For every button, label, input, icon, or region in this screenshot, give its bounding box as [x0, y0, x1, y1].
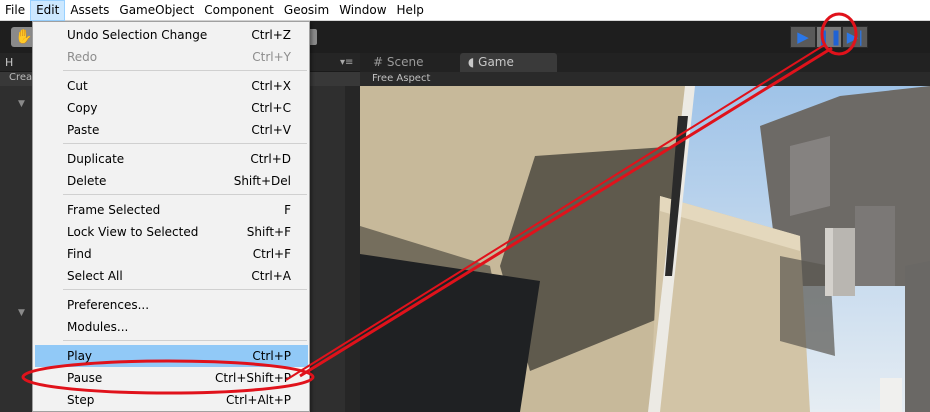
- menu-item-play[interactable]: Play Ctrl+P: [35, 345, 308, 367]
- menu-item-label: Cut: [67, 79, 88, 93]
- menu-geosim[interactable]: Geosim: [279, 0, 334, 21]
- menu-item-shortcut: Shift+Del: [233, 174, 291, 188]
- menu-item-label: Find: [67, 247, 92, 261]
- hierarchy-tab-label: H: [5, 56, 14, 69]
- menu-item-delete[interactable]: Delete Shift+Del: [35, 170, 308, 192]
- menu-item-shortcut: F: [284, 203, 291, 217]
- menu-item-shortcut: Ctrl+Alt+P: [226, 393, 291, 407]
- menu-separator: [63, 70, 307, 71]
- menu-item-cut[interactable]: Cut Ctrl+X: [35, 75, 308, 97]
- create-dropdown[interactable]: Crea: [9, 72, 32, 83]
- tab-game[interactable]: ◖ Game: [460, 53, 557, 72]
- play-controls: ▶ ❚❚ ▶|: [790, 26, 888, 48]
- menu-item-step[interactable]: Step Ctrl+Alt+P: [35, 389, 308, 411]
- menu-item-shortcut: Ctrl+X: [251, 79, 291, 93]
- scrollbar[interactable]: [345, 86, 360, 412]
- menu-file[interactable]: File: [0, 0, 30, 21]
- menu-help[interactable]: Help: [392, 0, 429, 21]
- expand-arrow-icon[interactable]: ▼: [18, 99, 25, 109]
- tab-scene[interactable]: # Scene: [365, 53, 455, 72]
- menu-item-shortcut: Ctrl+F: [252, 247, 291, 261]
- game-icon: ◖: [468, 55, 475, 69]
- menu-item-lock-view[interactable]: Lock View to Selected Shift+F: [35, 221, 308, 243]
- menu-item-shortcut: Ctrl+D: [250, 152, 291, 166]
- menu-item-select-all[interactable]: Select All Ctrl+A: [35, 265, 308, 287]
- menu-item-label: Modules...: [67, 320, 129, 334]
- menu-gameobject[interactable]: GameObject: [114, 0, 199, 21]
- menu-item-duplicate[interactable]: Duplicate Ctrl+D: [35, 148, 308, 170]
- menu-item-copy[interactable]: Copy Ctrl+C: [35, 97, 308, 119]
- menu-item-shortcut: Ctrl+C: [251, 101, 291, 115]
- menu-item-redo[interactable]: Redo Ctrl+Y: [35, 46, 308, 68]
- menu-item-label: Pause: [67, 371, 103, 385]
- expand-arrow-icon[interactable]: ▼: [18, 308, 25, 318]
- menu-item-label: Play: [67, 349, 93, 363]
- aspect-bar: Free Aspect: [360, 72, 930, 86]
- panel-menu-icon[interactable]: ▾≡: [340, 57, 353, 68]
- menu-assets[interactable]: Assets: [65, 0, 114, 21]
- menu-item-label: Paste: [67, 123, 100, 137]
- menu-item-shortcut: Ctrl+Shift+P: [215, 371, 291, 385]
- menu-item-label: Select All: [67, 269, 123, 283]
- menu-item-label: Step: [67, 393, 95, 407]
- menu-item-label: Preferences...: [67, 298, 150, 312]
- menu-window[interactable]: Window: [334, 0, 391, 21]
- menu-separator: [63, 143, 307, 144]
- menu-item-shortcut: Ctrl+Y: [252, 50, 291, 64]
- edit-menu-dropdown: Undo Selection Change Ctrl+Z Redo Ctrl+Y…: [32, 21, 310, 412]
- menu-item-label: Delete: [67, 174, 107, 188]
- menu-item-shortcut: Ctrl+P: [252, 349, 291, 363]
- pause-icon[interactable]: ❚❚: [816, 26, 842, 48]
- scene-grid-icon: #: [373, 55, 384, 69]
- menu-item-shortcut: Ctrl+A: [251, 269, 291, 283]
- game-viewport[interactable]: [360, 86, 930, 412]
- view-tabs: # Scene ◖ Game: [360, 53, 930, 72]
- menu-separator: [63, 340, 307, 341]
- menu-item-preferences[interactable]: Preferences...: [35, 294, 308, 316]
- menu-component[interactable]: Component: [199, 0, 279, 21]
- menu-item-label: Copy: [67, 101, 98, 115]
- menu-item-modules[interactable]: Modules...: [35, 316, 308, 338]
- game-render: [360, 86, 930, 412]
- menu-item-undo[interactable]: Undo Selection Change Ctrl+Z: [35, 24, 308, 46]
- play-icon[interactable]: ▶: [790, 26, 816, 48]
- menu-item-shortcut: Ctrl+Z: [251, 28, 291, 42]
- menu-bar: File Edit Assets GameObject Component Ge…: [0, 0, 930, 21]
- menu-item-pause[interactable]: Pause Ctrl+Shift+P: [35, 367, 308, 389]
- tab-game-label: Game: [478, 55, 514, 69]
- menu-item-label: Undo Selection Change: [67, 28, 208, 42]
- step-icon[interactable]: ▶|: [842, 26, 868, 48]
- menu-edit[interactable]: Edit: [30, 0, 66, 21]
- menu-item-label: Redo: [67, 50, 98, 64]
- menu-item-find[interactable]: Find Ctrl+F: [35, 243, 308, 265]
- menu-item-label: Duplicate: [67, 152, 125, 166]
- tab-scene-label: Scene: [386, 55, 424, 69]
- menu-item-paste[interactable]: Paste Ctrl+V: [35, 119, 308, 141]
- menu-item-frame-selected[interactable]: Frame Selected F: [35, 199, 308, 221]
- menu-separator: [63, 194, 307, 195]
- menu-item-shortcut: Shift+F: [246, 225, 291, 239]
- menu-item-label: Frame Selected: [67, 203, 161, 217]
- menu-separator: [63, 289, 307, 290]
- menu-item-label: Lock View to Selected: [67, 225, 199, 239]
- aspect-dropdown[interactable]: Free Aspect: [372, 72, 430, 86]
- menu-item-shortcut: Ctrl+V: [251, 123, 291, 137]
